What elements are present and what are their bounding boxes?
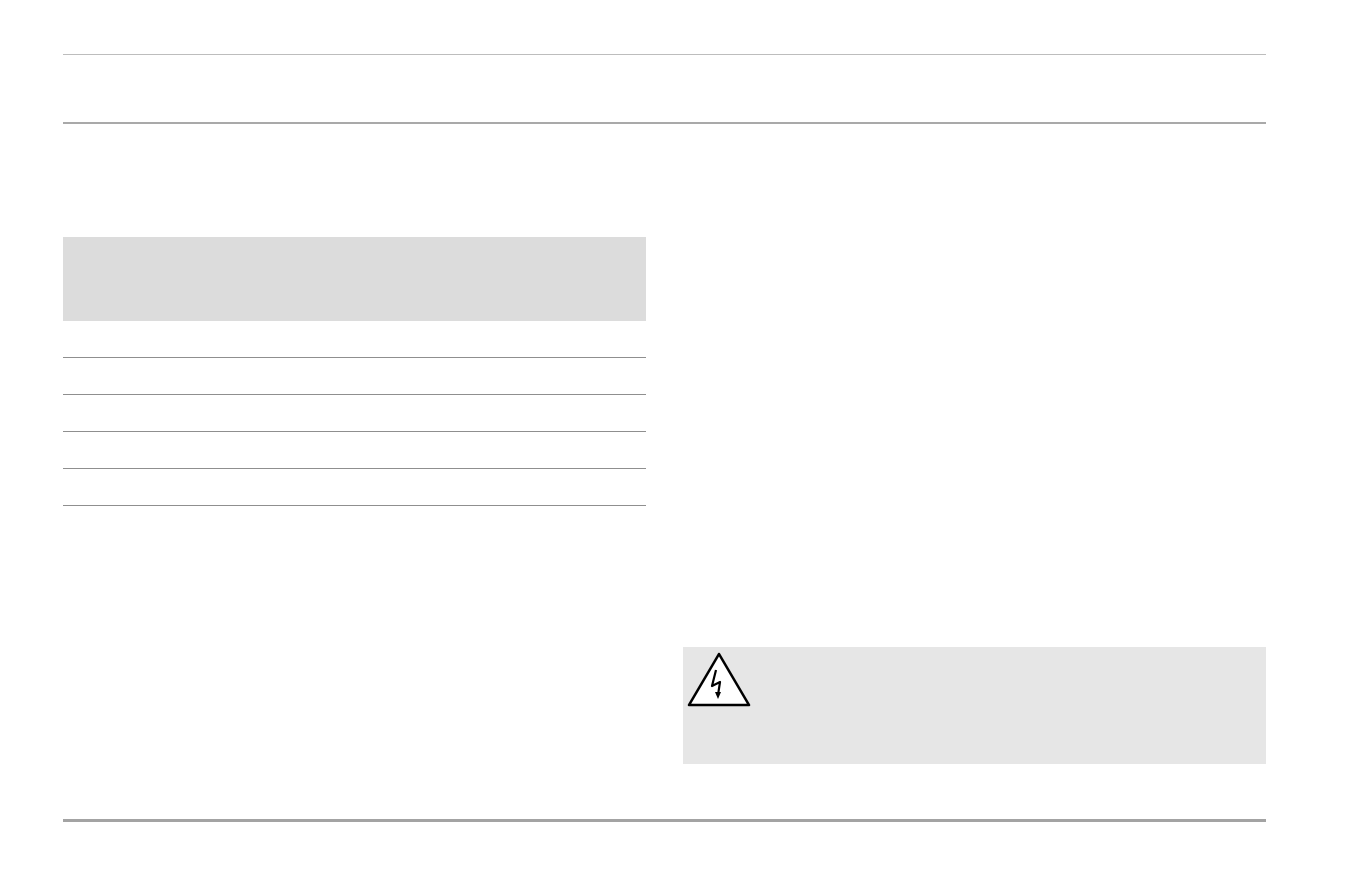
table-header — [63, 237, 646, 321]
header-rule — [63, 122, 1266, 124]
table-row — [63, 358, 646, 395]
table-row — [63, 395, 646, 432]
table-row — [63, 321, 646, 358]
footer-rule — [63, 819, 1266, 822]
top-rule — [63, 54, 1266, 55]
table-row — [63, 469, 646, 506]
table-row — [63, 432, 646, 469]
warning-box — [683, 647, 1266, 764]
spec-table — [63, 237, 646, 506]
electrical-hazard-icon — [687, 652, 751, 707]
